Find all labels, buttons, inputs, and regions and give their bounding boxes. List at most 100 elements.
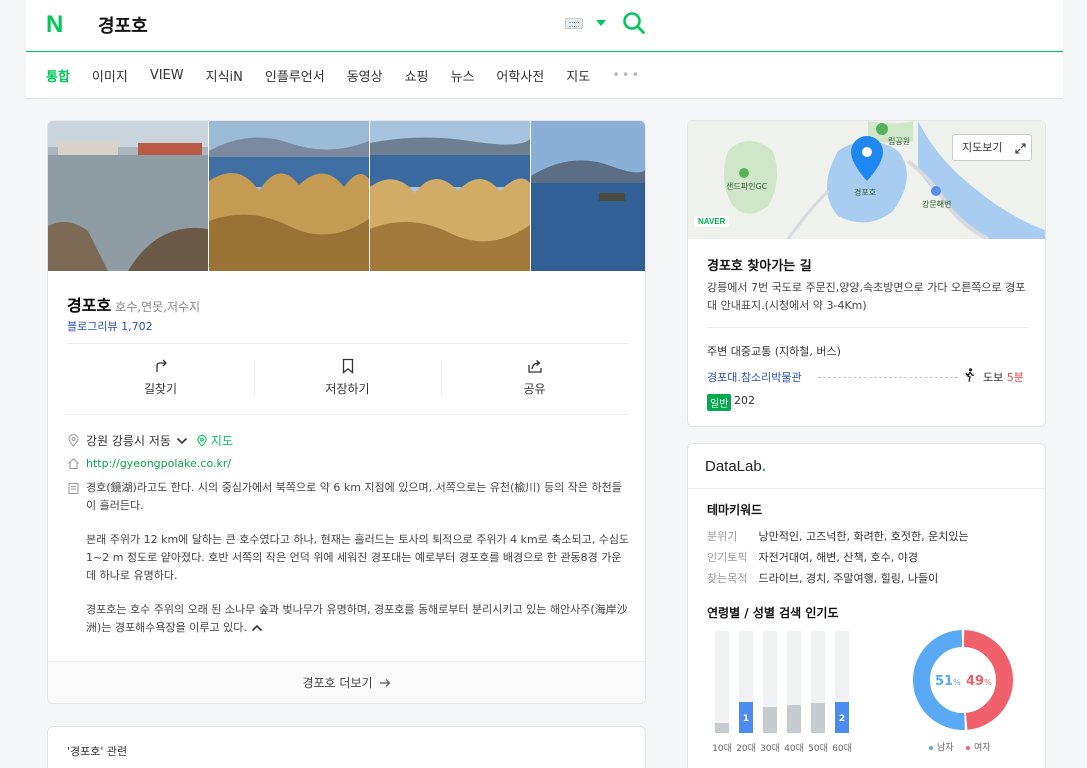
share-icon xyxy=(527,360,542,373)
datalab-logo-dot: . xyxy=(761,458,766,475)
tab-0[interactable]: 통합 xyxy=(46,66,70,85)
chevron-down-icon[interactable] xyxy=(176,436,188,446)
female-percent: 49% xyxy=(966,674,992,689)
more-tabs-button[interactable]: ••• xyxy=(612,68,641,83)
action-bar: 길찾기 저장하기 공유 xyxy=(67,343,628,415)
homepage-link[interactable]: http://gyeongpolake.co.kr/ xyxy=(86,457,231,470)
keyword-key: 인기토픽 xyxy=(707,551,748,564)
directions-button[interactable]: 길찾기 xyxy=(67,344,254,414)
bar-track xyxy=(715,631,729,733)
chevron-up-icon[interactable] xyxy=(251,624,263,632)
keyword-value[interactable]: 드라이브, 경치, 주말여행, 힐링, 나들이 xyxy=(759,572,939,585)
home-icon xyxy=(68,458,79,469)
blog-review-label: 블로그리뷰 xyxy=(67,320,118,333)
walk-label: 도보 xyxy=(983,371,1004,384)
keyword-value[interactable]: 낭만적인, 고즈넉한, 화려한, 호젓한, 운치있는 xyxy=(759,530,969,543)
keyboard-icon[interactable] xyxy=(565,18,583,29)
keyword-row: 찾는목적 드라이브, 경치, 주말여행, 힐링, 나들이 xyxy=(707,570,938,586)
datalab-logo[interactable]: DataLab. xyxy=(705,458,766,475)
map-view-button[interactable]: 지도보기 xyxy=(952,134,1032,161)
related-label: '경포호' 관련 xyxy=(67,745,128,758)
keyword-value[interactable]: 자전거대여, 해변, 산책, 호수, 야경 xyxy=(759,551,919,564)
photo-1[interactable] xyxy=(48,121,208,271)
bookmark-icon xyxy=(342,358,353,374)
transit-stop-link[interactable]: 경포대.참소리박물관 xyxy=(707,369,802,385)
directions-label: 길찾기 xyxy=(143,382,178,396)
tab-1[interactable]: 이미지 xyxy=(92,66,128,85)
more-label: 경포호 더보기 xyxy=(302,676,373,690)
tab-3[interactable]: 지식iN xyxy=(206,66,243,85)
tab-4[interactable]: 인플루언서 xyxy=(265,66,325,85)
map-label-park: 립공원 xyxy=(888,137,911,146)
tab-2[interactable]: VIEW xyxy=(150,68,184,83)
directions-title: 경포호 찾아가는 길 xyxy=(707,259,812,274)
divider xyxy=(688,488,1045,489)
beach-icon xyxy=(931,186,941,196)
bar-10대 xyxy=(715,723,729,733)
golf-icon xyxy=(739,168,749,178)
tab-7[interactable]: 뉴스 xyxy=(451,66,475,85)
park-icon xyxy=(876,123,888,135)
location-pin-icon xyxy=(68,434,79,447)
tab-6[interactable]: 쇼핑 xyxy=(405,66,429,85)
photo-3[interactable] xyxy=(370,121,530,271)
tab-9[interactable]: 지도 xyxy=(566,66,590,85)
transit-title: 주변 대중교통 (지하철, 버스) xyxy=(707,345,841,358)
keyword-row: 인기토픽 자전거대여, 해변, 산책, 호수, 야경 xyxy=(707,549,918,565)
map-label-golf: 샌드파인GC xyxy=(726,182,768,191)
male-percent: 51% xyxy=(935,674,961,689)
description-paragraph: 본래 주위가 12 km에 달하는 큰 호수였다고 하나, 현재는 흘러드는 토… xyxy=(86,533,630,582)
bar-track: 2 xyxy=(835,631,849,733)
save-label: 저장하기 xyxy=(325,382,370,396)
address-text: 강원 강릉시 저동 xyxy=(86,434,171,448)
arrow-right-icon xyxy=(379,679,390,687)
map-label-lake: 경포호 xyxy=(854,188,877,197)
bar-rank: 1 xyxy=(742,713,750,724)
bar-50대 xyxy=(811,703,825,733)
place-category: 호수,연못,저수지 xyxy=(115,300,201,314)
bar-30대 xyxy=(763,707,777,733)
bar-track xyxy=(787,631,801,733)
datalab-card: DataLab. 테마키워드 분위기 낭만적인, 고즈넉한, 화려한, 호젓한,… xyxy=(687,443,1046,768)
datalab-logo-text: DataLab xyxy=(705,458,762,475)
search-query[interactable]: 경포호 xyxy=(98,12,148,38)
photo-strip[interactable] xyxy=(48,121,646,271)
tab-5[interactable]: 동영상 xyxy=(347,66,383,85)
place-name[interactable]: 경포호 xyxy=(67,296,111,315)
walk-time: 도보 5분 xyxy=(983,369,1024,385)
bus-type-badge: 일반 xyxy=(707,394,732,411)
walking-person-icon xyxy=(965,368,975,382)
document-icon xyxy=(68,483,79,494)
legend-male: 남자 xyxy=(929,740,954,753)
chevron-down-icon[interactable] xyxy=(596,20,606,26)
naver-logo[interactable]: N xyxy=(46,11,63,39)
popularity-title: 연령별 / 성별 검색 인기도 xyxy=(707,606,839,620)
naver-map-badge: NAVER xyxy=(694,216,730,227)
place-description: 경호(鏡湖)라고도 한다. 시의 중심가에서 북쪽으로 약 6 km 지점에 있… xyxy=(86,479,631,653)
divider xyxy=(707,327,1028,328)
blog-review-link[interactable]: 블로그리뷰 1,702 xyxy=(67,318,153,334)
share-label: 공유 xyxy=(523,382,546,396)
photo-4[interactable] xyxy=(531,121,646,271)
description-paragraph: 경호(鏡湖)라고도 한다. 시의 중심가에서 북쪽으로 약 6 km 지점에 있… xyxy=(86,481,622,512)
place-card: 경포호 호수,연못,저수지 블로그리뷰 1,702 길찾기 저장하기 공유 강원… xyxy=(47,120,646,704)
directions-text: 강릉에서 7번 국도로 주문진,양양,속초방면으로 가다 오른쪽으로 경포대 안… xyxy=(707,281,1026,312)
map-card: 립공원 샌드파인GC 경포호 강문해변 지도보기 NAVER 경포호 찾아가는 … xyxy=(687,120,1046,427)
expand-icon xyxy=(1015,143,1026,154)
map-link[interactable]: 지도 xyxy=(211,432,233,449)
search-tabs: 통합 이미지 VIEW 지식iN 인플루언서 동영상 쇼핑 뉴스 어학사전 지도 ••• xyxy=(26,53,1063,99)
share-button[interactable]: 공유 xyxy=(441,344,628,414)
blog-review-count: 1,702 xyxy=(121,320,153,333)
tab-8[interactable]: 어학사전 xyxy=(496,66,544,85)
bar-rank: 2 xyxy=(838,713,846,724)
keyword-key: 분위기 xyxy=(707,530,738,543)
more-button[interactable]: 경포호 더보기 xyxy=(48,661,645,703)
gender-donut-chart xyxy=(913,630,1013,730)
bar-label: 60대 xyxy=(832,744,852,754)
theme-keyword-title: 테마키워드 xyxy=(707,503,763,517)
walk-route-line xyxy=(818,377,958,378)
save-button[interactable]: 저장하기 xyxy=(254,344,441,414)
photo-2[interactable] xyxy=(209,121,369,271)
search-icon[interactable] xyxy=(622,11,646,35)
bus-number[interactable]: 202 xyxy=(734,394,755,407)
